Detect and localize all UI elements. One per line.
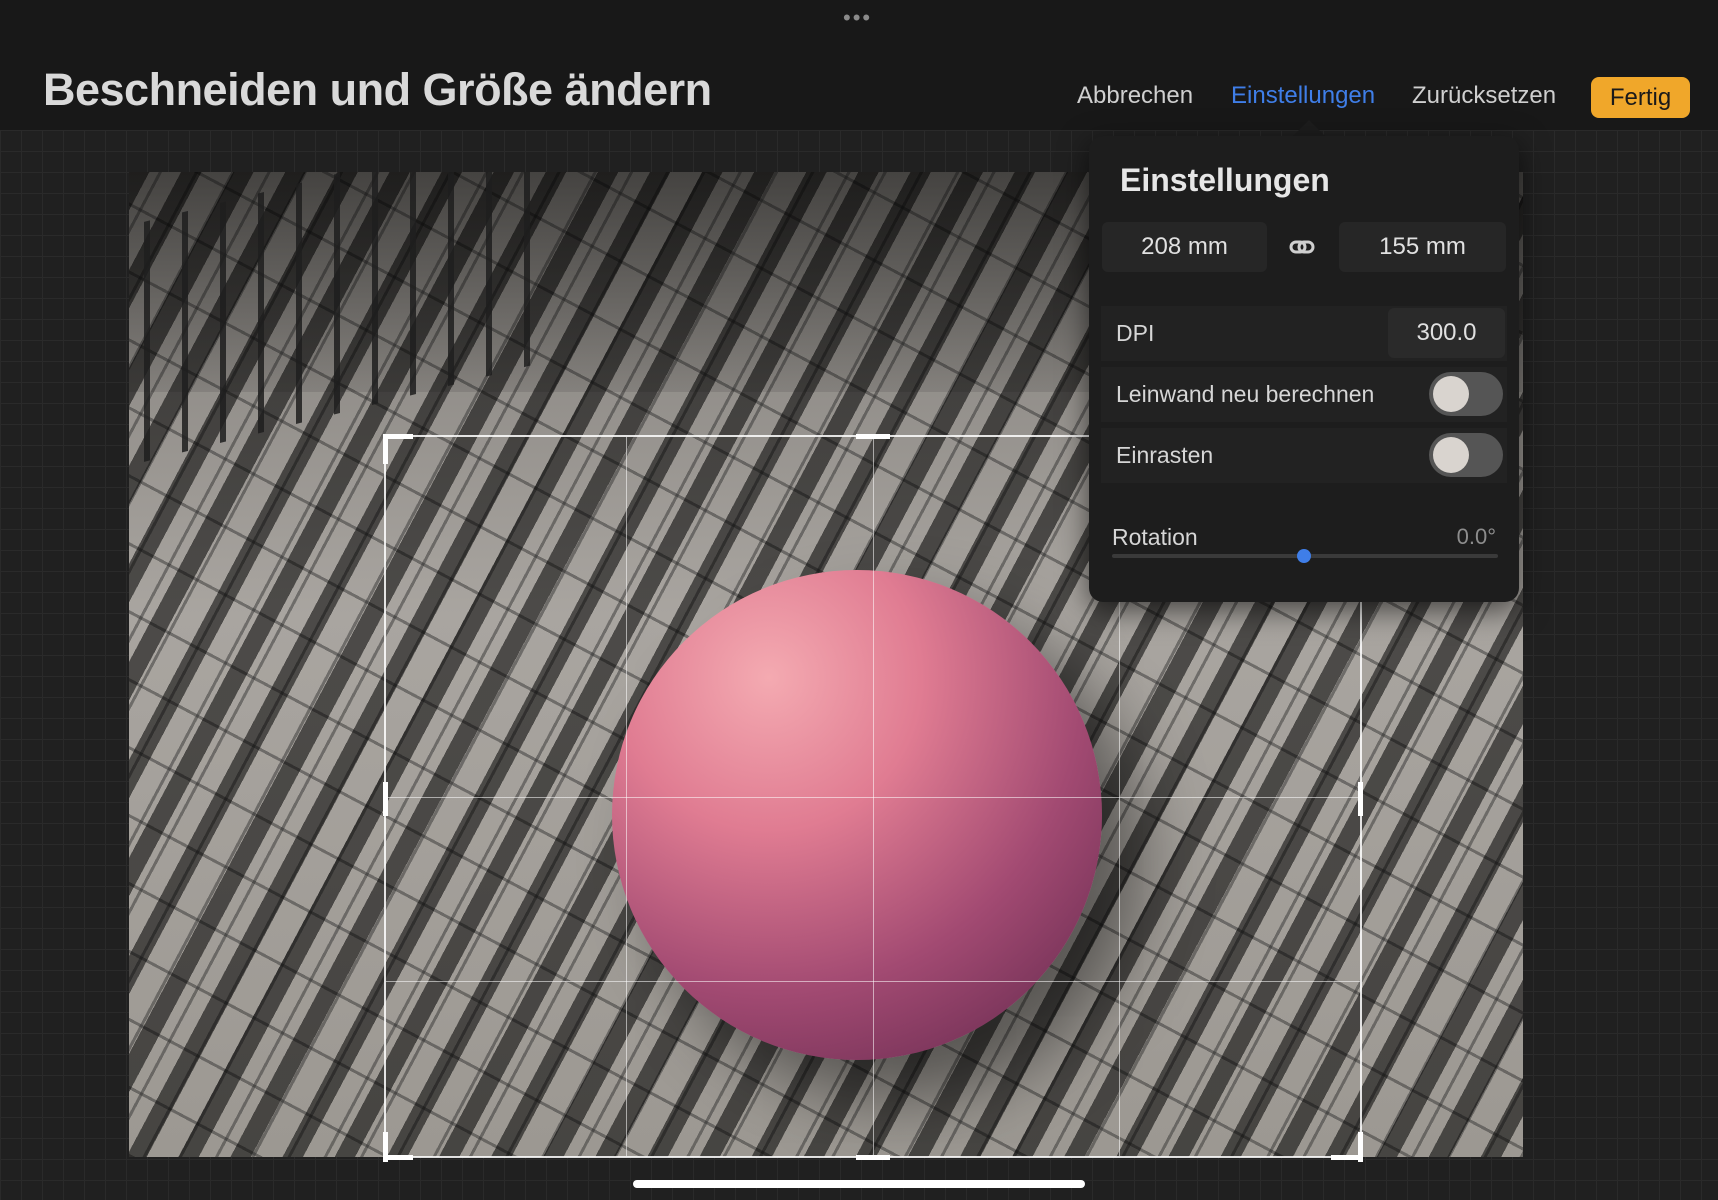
crop-handle-left[interactable] [383,782,388,816]
crop-handle-right[interactable] [1358,782,1363,816]
crop-grid-line [386,981,1360,982]
rotation-slider-thumb[interactable] [1297,549,1311,563]
dpi-field[interactable]: 300.0 [1388,308,1505,358]
link-icon[interactable] [1274,222,1330,272]
snap-toggle[interactable] [1429,433,1503,477]
reset-button[interactable]: Zurücksetzen [1412,82,1556,110]
resample-row: Leinwand neu berechnen [1101,367,1507,422]
snap-label: Einrasten [1116,442,1214,468]
settings-popover: Einstellungen 208 mm 155 mm DPI 300.0 Le… [1089,136,1519,602]
crop-handle-bottom-left[interactable] [383,1155,413,1160]
crop-handle-bottom-right[interactable] [1358,1132,1363,1162]
height-field[interactable]: 155 mm [1339,222,1506,272]
dpi-row: DPI 300.0 [1101,306,1507,361]
more-dots-icon[interactable]: ••• [843,7,872,29]
done-button[interactable]: Fertig [1591,77,1690,118]
page-title: Beschneiden und Größe ändern [43,64,712,115]
toggle-knob [1433,437,1469,473]
crop-handle-bottom[interactable] [856,1155,890,1160]
resample-toggle[interactable] [1429,372,1503,416]
fence-in-image [144,172,544,462]
cancel-button[interactable]: Abbrechen [1077,82,1193,110]
popover-arrow [1293,120,1325,136]
rotation-value: 0.0° [1456,524,1496,549]
crop-handle-top-left[interactable] [383,434,388,464]
top-bar: ••• Beschneiden und Größe ändern Abbrech… [0,0,1718,130]
settings-button[interactable]: Einstellungen [1231,82,1375,110]
home-indicator[interactable] [633,1180,1085,1188]
crop-handle-bottom-right[interactable] [1331,1155,1361,1160]
snap-row: Einrasten [1101,428,1507,483]
width-field[interactable]: 208 mm [1102,222,1267,272]
crop-grid-line [386,797,1360,798]
popover-title: Einstellungen [1120,162,1330,198]
crop-handle-top[interactable] [856,434,890,439]
resample-label: Leinwand neu berechnen [1116,381,1375,407]
dpi-label: DPI [1116,320,1155,346]
rotation-label: Rotation [1112,524,1198,550]
toggle-knob [1433,376,1469,412]
